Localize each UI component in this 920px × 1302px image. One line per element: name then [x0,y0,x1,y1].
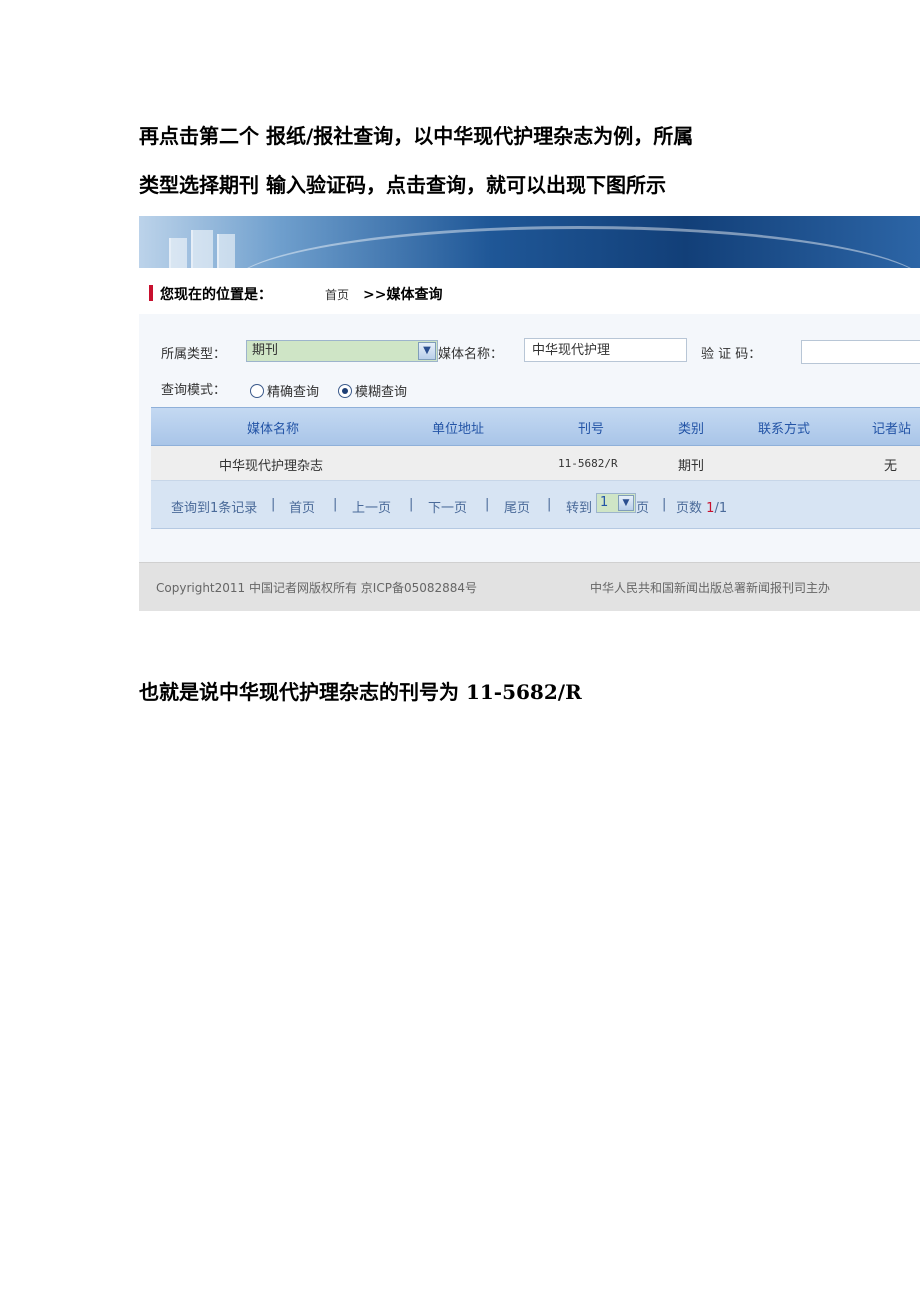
type-select[interactable]: 期刊 ▼ [246,340,438,362]
pager-separator: | [547,497,552,512]
mode-label: 查询模式： [161,383,227,398]
conclusion-paragraph: 也就是说中华现代护理杂志的刊号为 11-5682/R [139,680,582,704]
site-footer: Copyright2011 中国记者网版权所有 京ICP备05082884号 中… [139,562,920,611]
pager-separator: | [662,497,667,512]
media-name-input[interactable]: 中华现代护理 [524,338,687,362]
page-total: /1 [714,501,728,516]
next-page-link[interactable]: 下一页 [428,497,467,516]
radio-checked-icon[interactable] [338,384,352,398]
chevron-down-icon[interactable]: ▼ [618,495,634,511]
footer-organizer: 中华人民共和国新闻出版总署新闻报刊司主办 [590,581,831,595]
mode-exact-option[interactable]: 精确查询 [250,381,319,400]
pager-separator: | [409,497,414,512]
type-label: 所属类型： [161,347,227,362]
last-page-link[interactable]: 尾页 [504,497,530,516]
breadcrumb: 您现在的位置是： 首页 >>媒体查询 [139,268,920,314]
column-header: 单位地址 [432,422,485,437]
instruction-paragraph-1: 再点击第二个 报纸/报社查询，以中华现代护理杂志为例，所属 [139,124,694,148]
breadcrumb-marker [149,285,153,301]
media-query-screenshot: 您现在的位置是： 首页 >>媒体查询 所属类型： 期刊 ▼ 媒体名称： 中华现代… [139,216,920,611]
query-form: 所属类型： 期刊 ▼ 媒体名称： 中华现代护理 验 证 码： 查询模式： 精确查… [151,316,920,406]
captcha-label: 验 证 码： [701,347,762,362]
results-table-header: 媒体名称 单位地址 刊号 类别 联系方式 记者站 [151,407,920,446]
goto-page-select[interactable]: 1 ▼ [596,493,636,513]
prev-page-link[interactable]: 上一页 [352,497,391,516]
instruction-paragraph-2: 类型选择期刊 输入验证码，点击查询，就可以出现下图所示 [139,173,666,197]
column-header: 刊号 [578,422,605,437]
goto-label: 转到 [566,501,593,516]
column-header: 记者站 [872,422,912,437]
first-page-link[interactable]: 首页 [289,497,315,516]
mode-exact-label: 精确查询 [267,385,320,400]
pager-separator: | [333,497,338,512]
cell-issn: 11-5682/R [558,457,618,470]
type-select-value: 期刊 [252,343,279,358]
footer-copyright: Copyright2011 中国记者网版权所有 京ICP备05082884号 [156,581,478,595]
cell-category: 期刊 [678,459,705,474]
radio-unchecked-icon[interactable] [250,384,264,398]
pager-separator: | [485,497,490,512]
page-suffix: 页 [636,501,650,516]
cell-station: 无 [884,459,898,474]
record-count: 查询到1条记录 [171,501,258,516]
column-header: 联系方式 [758,422,811,437]
mode-fuzzy-label: 模糊查询 [355,385,408,400]
breadcrumb-current: >>媒体查询 [363,287,443,303]
table-row[interactable]: 中华现代护理杂志 11-5682/R 期刊 无 [151,446,920,481]
pager-separator: | [271,497,276,512]
captcha-input[interactable] [801,340,920,364]
chevron-down-icon[interactable]: ▼ [418,342,436,360]
page-count: 页数 1/1 [676,497,727,516]
name-label: 媒体名称： [438,347,504,362]
pagination-bar: 查询到1条记录 | 首页 | 上一页 | 下一页 | 尾页 | 转到 1 ▼ 页… [151,481,920,529]
column-header: 媒体名称 [247,422,300,437]
page-count-label: 页数 [676,501,703,516]
breadcrumb-label: 您现在的位置是： [160,287,272,303]
goto-page-value: 1 [600,495,609,510]
breadcrumb-home-link[interactable]: 首页 [325,286,349,303]
cell-media-name[interactable]: 中华现代护理杂志 [219,455,323,474]
mode-fuzzy-option[interactable]: 模糊查询 [338,381,407,400]
site-banner [139,216,920,268]
column-header: 类别 [678,422,705,437]
